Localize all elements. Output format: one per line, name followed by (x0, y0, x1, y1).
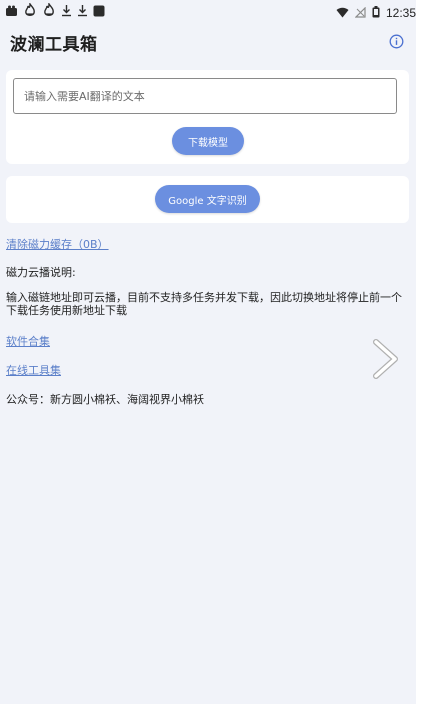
info-button[interactable] (389, 34, 404, 49)
download-icon (77, 2, 88, 21)
status-bar-left-icons (5, 1, 105, 21)
app-bar: 波澜工具箱 (0, 22, 416, 62)
status-time: 12:35 (385, 5, 416, 20)
software-collection-link[interactable]: 软件合集 (6, 333, 50, 349)
translate-input[interactable] (13, 78, 397, 114)
next-page-button[interactable] (370, 339, 402, 379)
battery-icon (372, 3, 380, 22)
download-model-button[interactable]: 下载模型 (172, 127, 244, 155)
clear-magnet-cache-link[interactable]: 清除磁力缓存（0B） (6, 236, 109, 252)
google-ocr-button[interactable]: Google 文字识别 (155, 185, 260, 213)
app-notification-icon (5, 2, 18, 21)
wifi-icon (336, 3, 349, 22)
fire-icon (42, 1, 56, 21)
translate-card: 下载模型 (6, 70, 409, 164)
download-icon (61, 2, 72, 21)
ocr-card: Google 文字识别 (6, 176, 409, 223)
bottom-edge (0, 704, 422, 712)
page-title: 波澜工具箱 (10, 35, 98, 55)
magnet-cloud-play-heading: 磁力云播说明: (6, 266, 76, 279)
online-tools-link[interactable]: 在线工具集 (6, 362, 61, 378)
status-bar: 12:35 (0, 0, 422, 22)
signal-off-icon (354, 3, 366, 22)
chevron-right-icon (373, 339, 398, 379)
fire-icon (23, 1, 37, 21)
magnet-cloud-play-description: 输入磁链地址即可云播，目前不支持多任务并发下载，因此切换地址将停止前一个下载任务… (6, 291, 402, 317)
square-icon (93, 2, 105, 21)
status-bar-right-icons: 12:35 (336, 3, 416, 22)
wechat-account-text: 公众号：新方圆小棉袄、海阔视界小棉袄 (6, 393, 204, 406)
info-icon (389, 34, 404, 49)
right-edge (416, 0, 422, 712)
